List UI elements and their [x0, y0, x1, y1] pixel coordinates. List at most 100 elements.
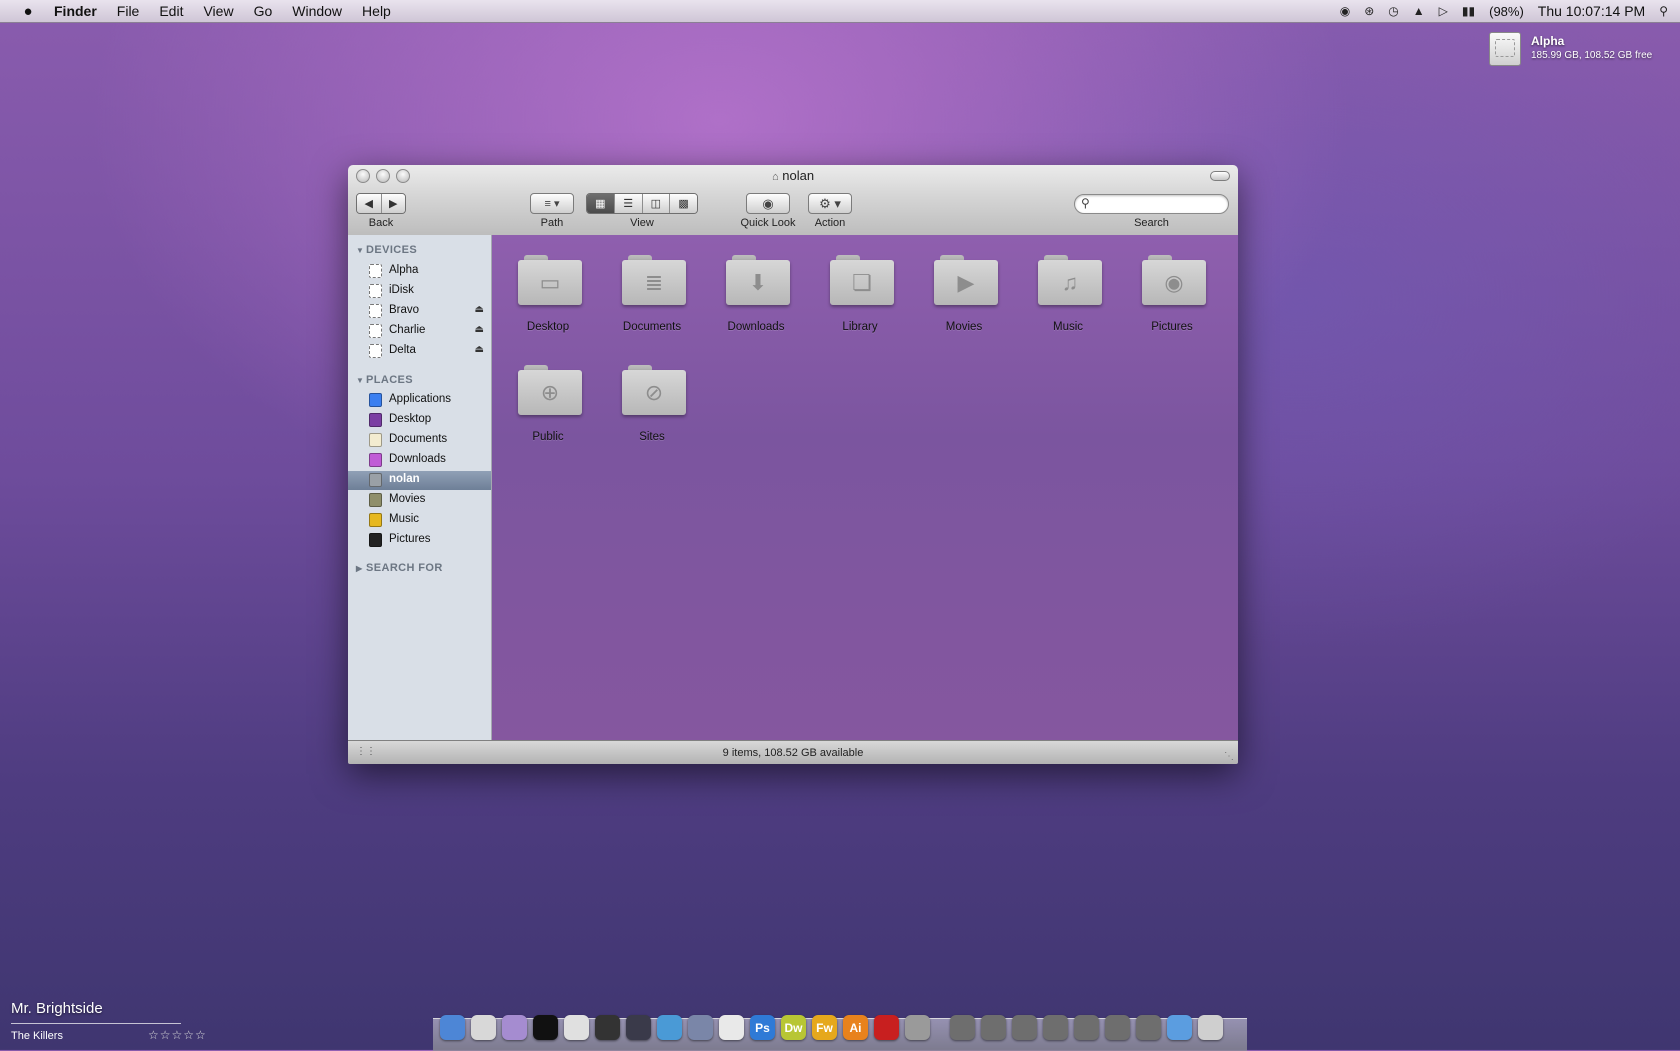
trash-icon[interactable] [1198, 1015, 1223, 1040]
downloads-stack-icon[interactable] [1167, 1015, 1192, 1040]
illustrator-icon[interactable]: Ai [843, 1015, 868, 1040]
file-item-desktop[interactable]: ▭ Desktop [496, 237, 600, 337]
search-icon: ⚲ [1081, 196, 1090, 210]
disclosure-triangle-icon[interactable]: ▼ [356, 246, 366, 255]
sidebar-item-nolan[interactable]: nolan [348, 471, 491, 490]
file-name: Public [532, 431, 564, 443]
battery-percentage[interactable]: (98%) [1489, 4, 1524, 19]
sidebar-item-pictures[interactable]: Pictures [348, 531, 491, 550]
file-item-music[interactable]: ♫ Music [1016, 237, 1120, 337]
home-icon: ⌂ [771, 171, 779, 183]
sidebar: ▼ DEVICES Alpha iDisk Bravo ⏏ Charlie ⏏ Delta ⏏ … [348, 235, 492, 740]
stack-folder-6-icon[interactable] [1105, 1015, 1130, 1040]
volume-icon[interactable]: ▷ [1439, 4, 1448, 18]
finder-icon[interactable] [440, 1015, 465, 1040]
title-bar[interactable]: ⌂ nolan ◀ ▶ Back ≡ ▾ Path ▦ ☰ ◫ ▩ View ◉… [348, 165, 1238, 236]
disclosure-triangle-icon[interactable]: ▼ [356, 376, 366, 385]
stack-folder-2-icon[interactable] [981, 1015, 1006, 1040]
notes-app-icon[interactable] [719, 1015, 744, 1040]
sidebar-item-documents[interactable]: Documents [348, 431, 491, 450]
menu-go[interactable]: Go [254, 3, 273, 19]
eject-icon[interactable]: ⏏ [475, 304, 484, 315]
sidebar-resize-icon[interactable]: ⋮⋮ [356, 746, 376, 757]
devices-header[interactable]: ▼ DEVICES [356, 244, 417, 256]
acrobat-icon[interactable] [874, 1015, 899, 1040]
path-button[interactable]: ≡ ▾ [530, 193, 574, 214]
menu-finder[interactable]: Finder [54, 3, 97, 19]
action-button[interactable]: ⚙ ▾ [808, 193, 852, 214]
column-view-button[interactable]: ◫ [642, 194, 671, 213]
spotlight-icon[interactable]: ⚲ [1659, 4, 1668, 18]
menu-window[interactable]: Window [292, 3, 342, 19]
menu-view[interactable]: View [203, 3, 233, 19]
file-item-sites[interactable]: ⊘ Sites [600, 347, 704, 447]
file-item-public[interactable]: ⊕ Public [496, 347, 600, 447]
itunes-icon[interactable] [502, 1015, 527, 1040]
quick-look-button[interactable]: ◉ [746, 193, 790, 214]
chart-app-icon[interactable] [657, 1015, 682, 1040]
sidebar-item-alpha[interactable]: Alpha [348, 262, 491, 281]
search-input[interactable] [1074, 194, 1229, 214]
sidebar-item-idisk[interactable]: iDisk [348, 282, 491, 301]
disclosure-triangle-icon[interactable]: ▶ [356, 564, 366, 573]
forward-button[interactable]: ▶ [381, 194, 405, 213]
sidebar-item-downloads[interactable]: Downloads [348, 451, 491, 470]
airport-display-icon[interactable]: ◉ [1340, 4, 1350, 18]
menu-edit[interactable]: Edit [159, 3, 183, 19]
back-button[interactable]: ◀ [357, 194, 382, 213]
file-item-downloads[interactable]: ⬇ Downloads [704, 237, 808, 337]
system-preferences-icon[interactable] [905, 1015, 930, 1040]
sidebar-item-bravo[interactable]: Bravo ⏏ [348, 302, 491, 321]
apple-icon[interactable]: ● [18, 3, 38, 20]
places-header[interactable]: ▼ PLACES [356, 374, 413, 386]
wifi-icon[interactable]: ▲ [1413, 4, 1425, 18]
resize-grip-icon[interactable]: ⋱ [1224, 751, 1234, 762]
suit-app-icon[interactable] [533, 1015, 558, 1040]
icon-view-button[interactable]: ▦ [587, 194, 615, 213]
list-view-button[interactable]: ☰ [614, 194, 643, 213]
desktop-drive-alpha[interactable]: Alpha 185.99 GB, 108.52 GB free [1489, 30, 1669, 66]
menu-clock[interactable]: Thu 10:07:14 PM [1538, 3, 1645, 19]
sidebar-item-charlie[interactable]: Charlie ⏏ [348, 322, 491, 341]
search-for-header[interactable]: ▶ SEARCH FOR [356, 562, 443, 574]
menu-bar: ● Finder File Edit View Go Window Help ◉… [0, 0, 1680, 23]
file-name: Desktop [526, 321, 570, 333]
mail-icon[interactable] [471, 1015, 496, 1040]
stack-folder-7-icon[interactable] [1136, 1015, 1161, 1040]
eject-icon[interactable]: ⏏ [475, 344, 484, 355]
file-item-library[interactable]: ❏ Library [808, 237, 912, 337]
menu-extras: ◉ ⊛ ◷ ▲ ▷ ▮▮ (98%) Thu 10:07:14 PM ⚲ [1340, 0, 1668, 22]
fireworks-icon[interactable]: Fw [812, 1015, 837, 1040]
headphones-icon[interactable] [564, 1015, 589, 1040]
documents-folder-icon: ≣ [622, 255, 686, 305]
bluetooth-icon[interactable]: ⊛ [1364, 4, 1374, 18]
sidebar-item-label: Movies [389, 493, 426, 505]
toolbar-toggle-button[interactable] [1210, 171, 1230, 181]
menu-file[interactable]: File [117, 3, 140, 19]
dreamweaver-icon[interactable]: Dw [781, 1015, 806, 1040]
sidebar-item-label: Charlie [389, 324, 426, 336]
file-item-documents[interactable]: ≣ Documents [600, 237, 704, 337]
sidebar-item-movies[interactable]: Movies [348, 491, 491, 510]
photoshop-icon[interactable]: Ps [750, 1015, 775, 1040]
lens-icon[interactable] [626, 1015, 651, 1040]
drive-name: Alpha [1531, 34, 1565, 48]
camera-icon[interactable] [595, 1015, 620, 1040]
stack-folder-4-icon[interactable] [1043, 1015, 1068, 1040]
battery-icon[interactable]: ▮▮ [1462, 4, 1475, 18]
eject-icon[interactable]: ⏏ [475, 324, 484, 335]
sidebar-item-desktop[interactable]: Desktop [348, 411, 491, 430]
stack-folder-1-icon[interactable] [950, 1015, 975, 1040]
cover-flow-button[interactable]: ▩ [670, 194, 697, 213]
pen-app-icon[interactable] [688, 1015, 713, 1040]
sidebar-item-delta[interactable]: Delta ⏏ [348, 342, 491, 361]
menu-help[interactable]: Help [362, 3, 391, 19]
now-playing-rating[interactable]: ☆☆☆☆☆ [148, 1028, 207, 1042]
sidebar-item-music[interactable]: Music [348, 511, 491, 530]
stack-folder-3-icon[interactable] [1012, 1015, 1037, 1040]
file-item-pictures[interactable]: ◉ Pictures [1120, 237, 1224, 337]
time-machine-icon[interactable]: ◷ [1388, 4, 1398, 18]
stack-folder-5-icon[interactable] [1074, 1015, 1099, 1040]
sidebar-item-applications[interactable]: Applications [348, 391, 491, 410]
file-item-movies[interactable]: ▶ Movies [912, 237, 1016, 337]
